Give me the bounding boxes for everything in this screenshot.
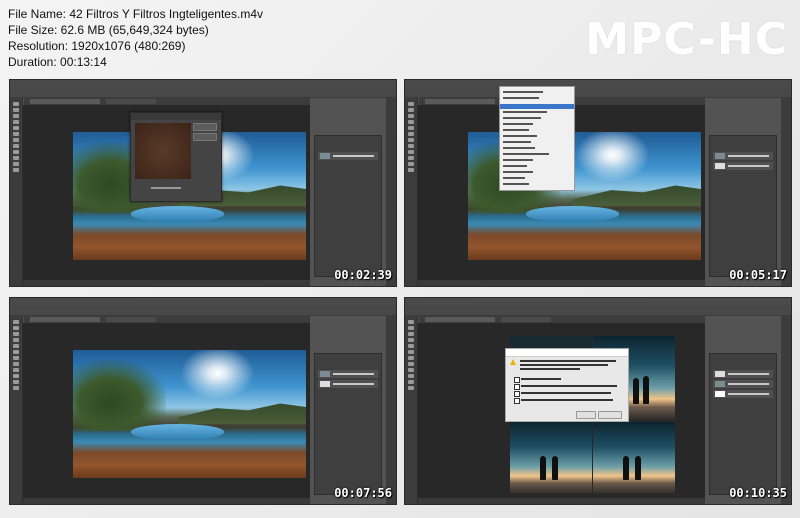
ps-options-bar [10, 87, 396, 98]
filter-dialog [130, 112, 222, 202]
ok-button[interactable] [193, 123, 217, 131]
mpc-hc-logo: MPC-HC [585, 14, 788, 65]
cancel-button[interactable] [598, 411, 622, 419]
ok-button[interactable] [576, 411, 596, 419]
file-name-text: File Name: 42 Filtros Y Filtros Ingtelig… [8, 7, 263, 21]
thumbnail-1[interactable]: 00:02:39 [9, 79, 397, 287]
warning-icon [510, 359, 516, 365]
option-checkbox[interactable] [514, 398, 520, 404]
video-info: File Name: 42 Filtros Y Filtros Ingtelig… [8, 6, 263, 70]
layers-panel [314, 135, 382, 277]
landscape-photo [73, 350, 306, 478]
thumbnail-2[interactable]: 00:05:17 [404, 79, 792, 287]
thumbnail-3[interactable]: 00:07:56 [9, 297, 397, 505]
duration-text: Duration: 00:13:14 [8, 55, 107, 69]
filter-menu[interactable] [499, 86, 575, 191]
couple-photo-bottom-right [593, 422, 675, 494]
timestamp: 00:02:39 [334, 268, 392, 282]
option-checkbox[interactable] [514, 377, 520, 383]
cancel-button[interactable] [193, 133, 217, 141]
layers-panel [314, 353, 382, 495]
file-size-text: File Size: 62.6 MB (65,649,324 bytes) [8, 23, 209, 37]
timestamp: 00:05:17 [729, 268, 787, 282]
timestamp: 00:07:56 [334, 486, 392, 500]
timestamp: 00:10:35 [729, 486, 787, 500]
layers-panel [709, 135, 777, 277]
option-checkbox[interactable] [514, 384, 520, 390]
ps-toolbar [10, 98, 23, 286]
warning-dialog [505, 348, 629, 422]
ps-menubar [10, 80, 396, 87]
layers-panel [709, 353, 777, 495]
option-checkbox[interactable] [514, 391, 520, 397]
couple-photo-bottom-left [510, 422, 592, 494]
thumbnail-4[interactable]: 00:10:35 [404, 297, 792, 505]
resolution-text: Resolution: 1920x1076 (480:269) [8, 39, 186, 53]
